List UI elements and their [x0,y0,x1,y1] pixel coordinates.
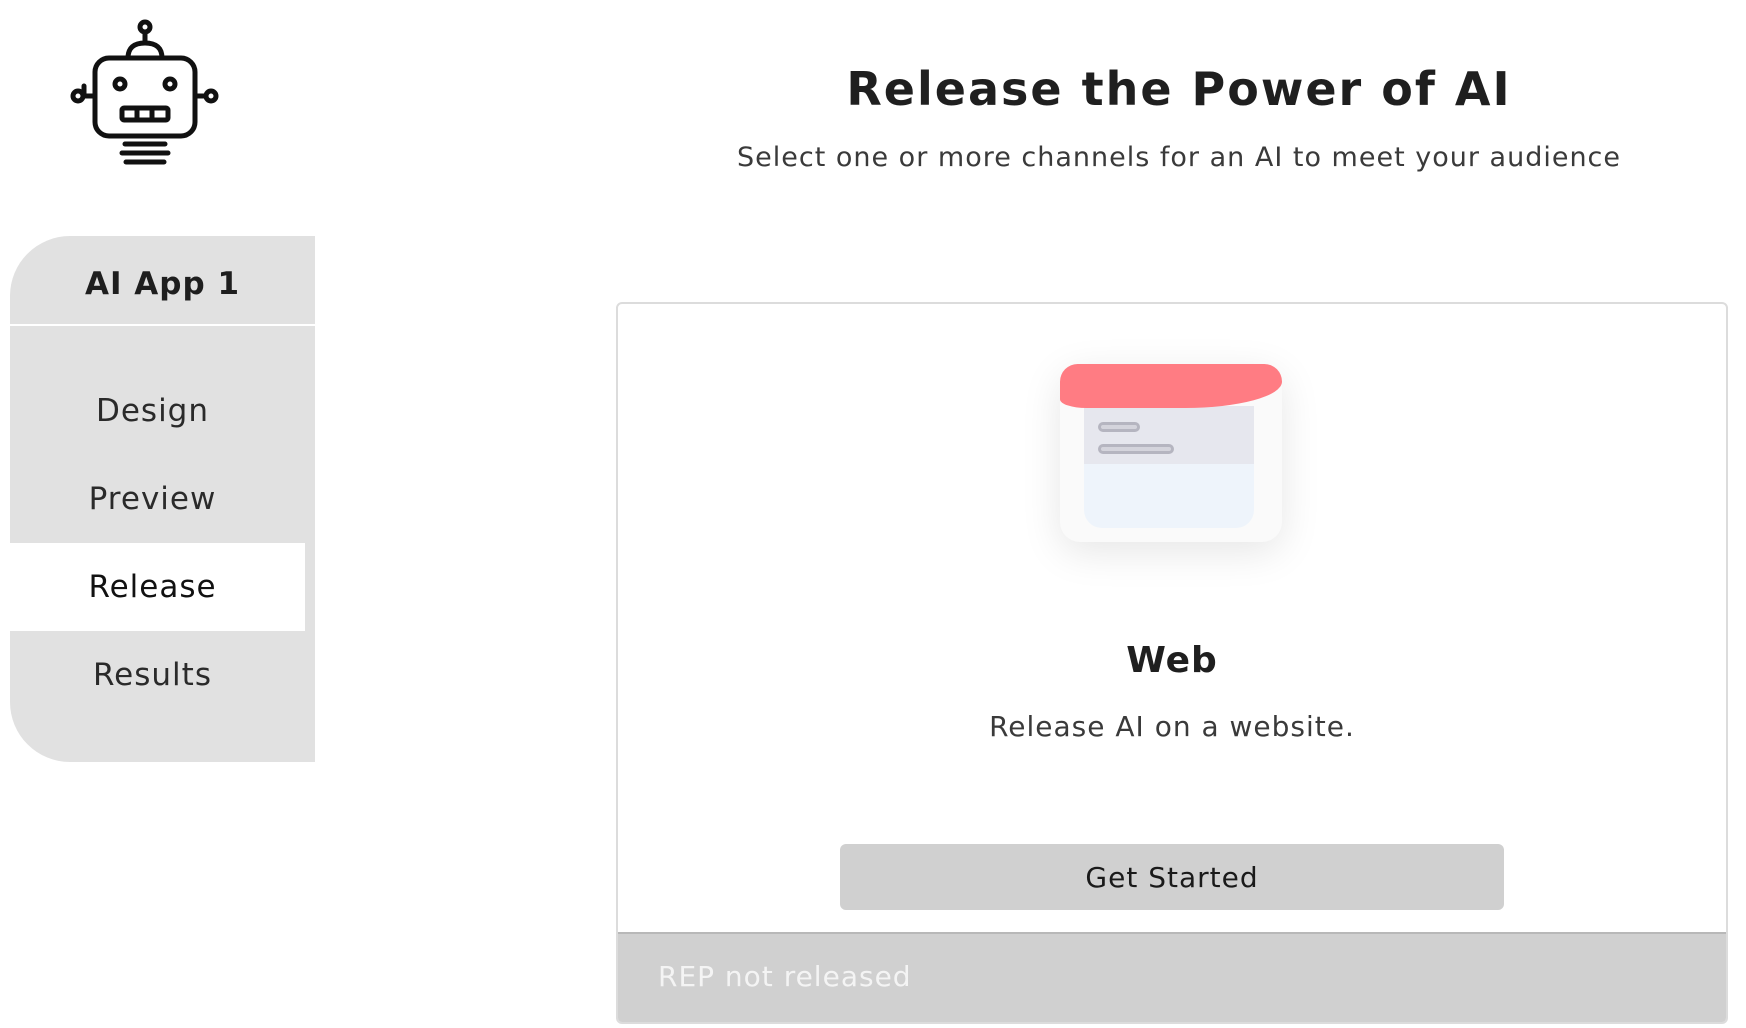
app-name: AI App 1 [10,236,315,326]
illustration-screen [1084,406,1254,528]
get-started-button[interactable]: Get Started [840,844,1504,910]
sidebar-item-design[interactable]: Design [0,367,305,455]
illustration-header [1060,364,1282,408]
sidebar-item-preview[interactable]: Preview [0,455,305,543]
page-subtitle: Select one or more channels for an AI to… [736,142,1622,173]
web-browser-icon [1060,364,1282,542]
card-status-bar: REP not released [618,932,1726,1022]
robot-icon [70,18,220,168]
page-title: Release the Power of AI [846,62,1512,116]
release-status: REP not released [658,960,912,993]
sidebar-item-release[interactable]: Release [0,543,305,631]
web-channel-card: Web Release AI on a website. Get Started… [616,302,1728,1024]
sidebar-item-results[interactable]: Results [0,631,305,719]
card-description: Release AI on a website. [989,710,1355,743]
app-root: AI App 1 Design Preview Release Results … [0,0,1746,1028]
card-title: Web [1126,640,1218,681]
